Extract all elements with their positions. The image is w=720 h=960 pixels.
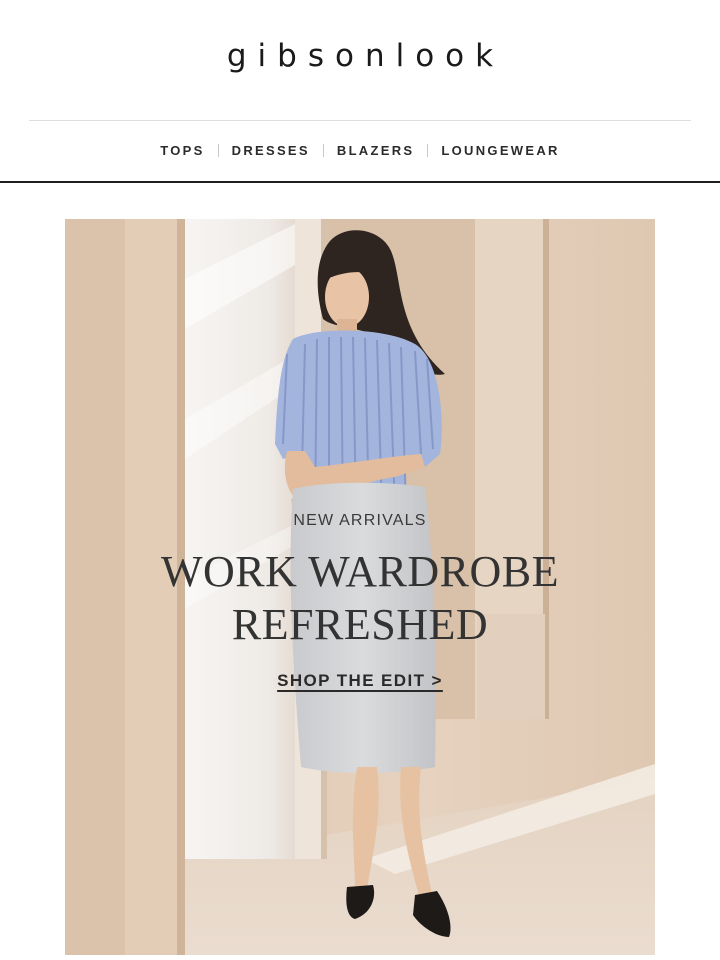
shop-the-edit-link: SHOP THE EDIT > <box>65 671 655 691</box>
shop-the-edit-link-text[interactable]: SHOP THE EDIT > <box>277 671 443 690</box>
hero-headline-line1: WORK WARDROBE <box>160 547 560 596</box>
category-nav: TOPS DRESSES BLAZERS LOUNGEWEAR <box>0 136 720 164</box>
hero-eyebrow: NEW ARRIVALS <box>293 512 427 529</box>
nav-item-loungewear[interactable]: LOUNGEWEAR <box>428 143 572 158</box>
header-divider <box>29 120 691 121</box>
email-page: gibsonlook TOPS DRESSES BLAZERS LOUNGEWE… <box>0 0 720 960</box>
brand-logo[interactable]: gibsonlook <box>0 38 720 74</box>
nav-item-tops[interactable]: TOPS <box>147 143 217 158</box>
hero-headline: WORK WARDROBE REFRESHED <box>65 545 655 651</box>
hero-headline-line2: REFRESHED <box>231 600 489 649</box>
hero-banner[interactable]: NEW ARRIVALS WORK WARDROBE REFRESHED SHO… <box>65 219 655 955</box>
nav-divider <box>0 181 720 183</box>
nav-item-dresses[interactable]: DRESSES <box>219 143 323 158</box>
nav-item-blazers[interactable]: BLAZERS <box>324 143 428 158</box>
